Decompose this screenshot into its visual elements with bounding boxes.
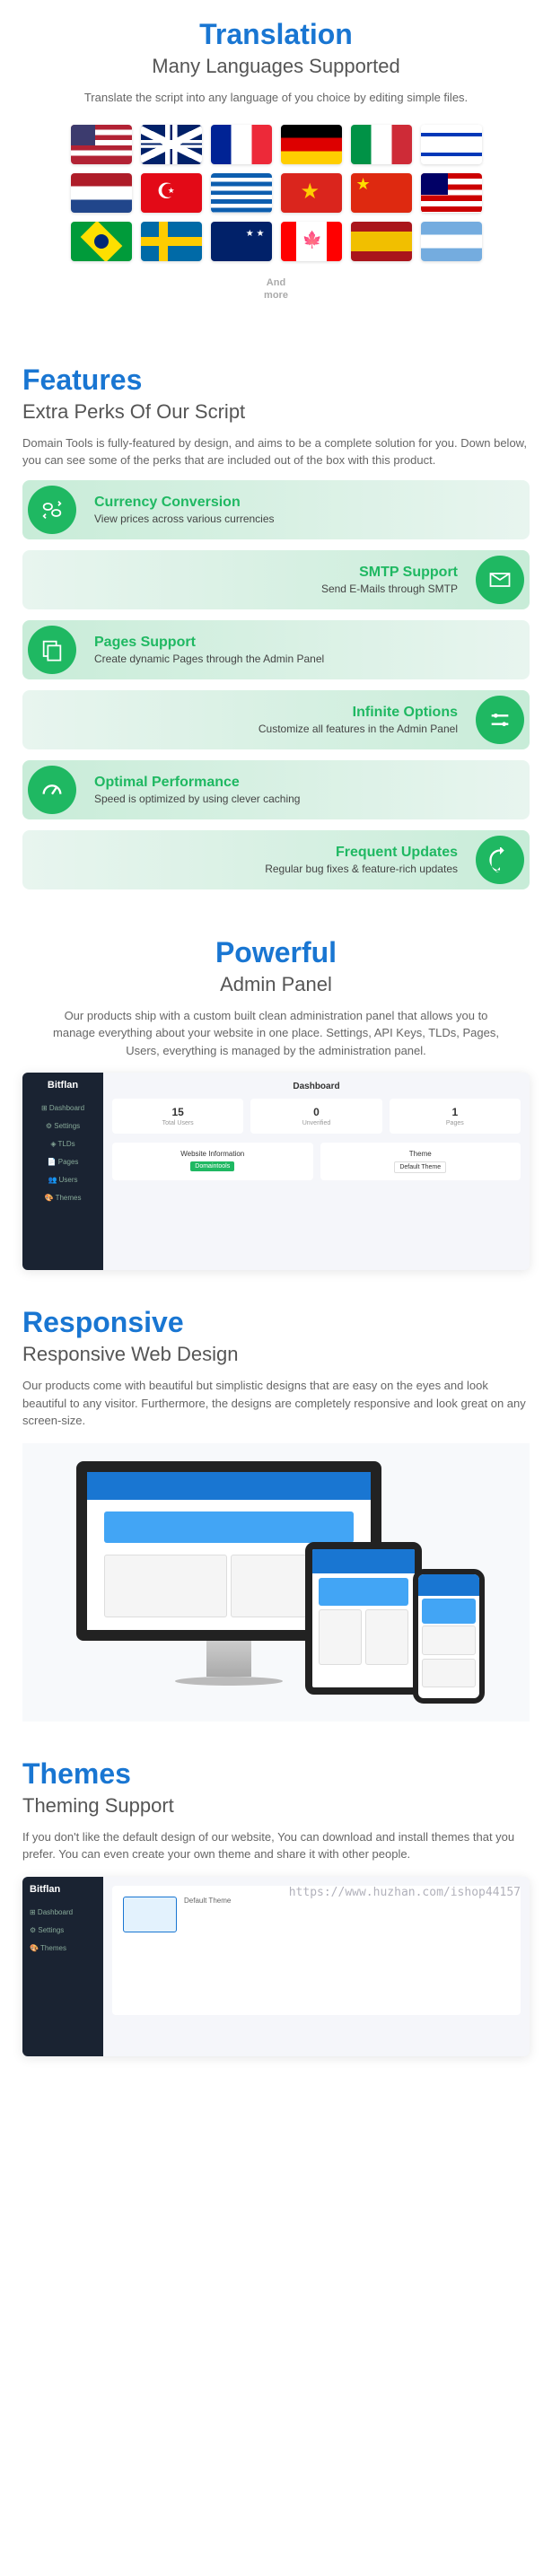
admin-logo: Bitflan [22, 1073, 103, 1098]
feature-smtp: SMTP Support Send E-Mails through SMTP [22, 550, 530, 609]
admin-main: Dashboard 15Total Users 0Unverified 1Pag… [103, 1073, 530, 1270]
feature-pages: Pages Support Create dynamic Pages throu… [22, 620, 530, 679]
flag-uk [141, 125, 202, 164]
nav-item: 👥 Users [22, 1172, 103, 1187]
feature-sub: Speed is optimized by using clever cachi… [94, 793, 300, 805]
admin-header: Dashboard [112, 1082, 521, 1091]
flag-vn [281, 173, 342, 213]
admin-sidebar: Bitflan ⊞ Dashboard ⚙ Settings 🎨 Themes [22, 1877, 103, 2056]
nav-item: 🎨 Themes [22, 1190, 103, 1205]
admin-main: Default Theme [103, 1877, 530, 2056]
features-section: Features Extra Perks Of Our Script Domai… [0, 346, 552, 918]
admin-sidebar: Bitflan ⊞ Dashboard ⚙ Settings ◈ TLDs 📄 … [22, 1073, 103, 1270]
translation-section: Translation Many Languages Supported Tra… [0, 0, 552, 346]
flag-es [351, 222, 412, 261]
feature-title: SMTP Support [321, 565, 458, 581]
badge: Domaintools [190, 1161, 234, 1171]
flag-us [71, 125, 132, 164]
flag-my [421, 173, 482, 213]
flag-br [71, 222, 132, 261]
flags-grid: And more [61, 125, 492, 310]
stat-card: 15Total Users [112, 1099, 243, 1134]
nav-item: 🎨 Themes [22, 1941, 103, 1956]
powerful-subtitle: Admin Panel [22, 973, 530, 996]
pages-icon [28, 626, 76, 674]
flag-de [281, 125, 342, 164]
flag-ca [281, 222, 342, 261]
flag-it [351, 125, 412, 164]
flag-se [141, 222, 202, 261]
sliders-icon [476, 696, 524, 744]
nav-item: ⚙ Settings [22, 1118, 103, 1134]
nav-item: ⊞ Dashboard [22, 1100, 103, 1116]
powerful-desc: Our products ship with a custom built cl… [52, 1007, 501, 1060]
currency-icon [28, 486, 76, 534]
flag-fr [211, 125, 272, 164]
responsive-title: Responsive [22, 1306, 530, 1339]
feature-sub: Regular bug fixes & feature-rich updates [265, 863, 458, 875]
feature-sub: View prices across various currencies [94, 513, 275, 525]
admin-screenshot: Bitflan ⊞ Dashboard ⚙ Settings ◈ TLDs 📄 … [22, 1073, 530, 1270]
flag-tr [141, 173, 202, 213]
responsive-subtitle: Responsive Web Design [22, 1343, 530, 1366]
feature-title: Optimal Performance [94, 775, 300, 791]
feature-sub: Create dynamic Pages through the Admin P… [94, 653, 324, 665]
responsive-mockup [22, 1443, 530, 1722]
themes-desc: If you don't like the default design of … [22, 1828, 530, 1863]
feature-sub: Send E-Mails through SMTP [321, 583, 458, 595]
flag-ar [421, 222, 482, 261]
translation-title: Translation [22, 18, 530, 51]
nav-item: ◈ TLDs [22, 1136, 103, 1152]
refresh-icon [476, 836, 524, 884]
flag-cn [351, 173, 412, 213]
translation-subtitle: Many Languages Supported [22, 55, 530, 78]
powerful-section: Powerful Admin Panel Our products ship w… [0, 918, 552, 1289]
features-subtitle: Extra Perks Of Our Script [22, 400, 530, 424]
feature-title: Infinite Options [258, 705, 458, 721]
themes-title: Themes [22, 1757, 530, 1791]
themes-subtitle: Theming Support [22, 1794, 530, 1818]
feature-title: Pages Support [94, 635, 324, 651]
feature-currency: Currency Conversion View prices across v… [22, 480, 530, 539]
nav-item: 📄 Pages [22, 1154, 103, 1170]
more-line2: more [264, 290, 288, 302]
responsive-desc: Our products come with beautiful but sim… [22, 1377, 530, 1430]
feature-title: Currency Conversion [94, 495, 275, 511]
feature-title: Frequent Updates [265, 845, 458, 861]
mail-icon [476, 556, 524, 604]
flag-more: And more [246, 270, 307, 310]
features-title: Features [22, 364, 530, 397]
feature-sub: Customize all features in the Admin Pane… [258, 723, 458, 735]
features-desc: Domain Tools is fully-featured by design… [22, 434, 530, 469]
admin-logo: Bitflan [22, 1877, 103, 1902]
themes-screenshot: Bitflan ⊞ Dashboard ⚙ Settings 🎨 Themes … [22, 1877, 530, 2056]
watermark: https://www.huzhan.com/ishop44157 [289, 1886, 521, 1899]
nav-item: ⚙ Settings [22, 1923, 103, 1938]
flag-il [421, 125, 482, 164]
flag-nl [71, 173, 132, 213]
theme-box: Theme Default Theme [320, 1143, 521, 1180]
translation-desc: Translate the script into any language o… [52, 89, 501, 107]
info-box: Website Information Domaintools [112, 1143, 313, 1180]
powerful-title: Powerful [22, 936, 530, 969]
stat-card: 1Pages [390, 1099, 521, 1134]
feature-options: Infinite Options Customize all features … [22, 690, 530, 749]
gauge-icon [28, 766, 76, 814]
feature-updates: Frequent Updates Regular bug fixes & fea… [22, 830, 530, 889]
feature-performance: Optimal Performance Speed is optimized b… [22, 760, 530, 819]
badge: Default Theme [394, 1161, 446, 1173]
themes-section: Themes Theming Support If you don't like… [0, 1739, 552, 2074]
stat-card: 0Unverified [250, 1099, 381, 1134]
more-line1: And [267, 277, 285, 289]
tablet-device [305, 1542, 422, 1695]
nav-item: ⊞ Dashboard [22, 1905, 103, 1920]
phone-device [413, 1569, 485, 1704]
flag-gr [211, 173, 272, 213]
responsive-section: Responsive Responsive Web Design Our pro… [0, 1288, 552, 1739]
flag-au [211, 222, 272, 261]
